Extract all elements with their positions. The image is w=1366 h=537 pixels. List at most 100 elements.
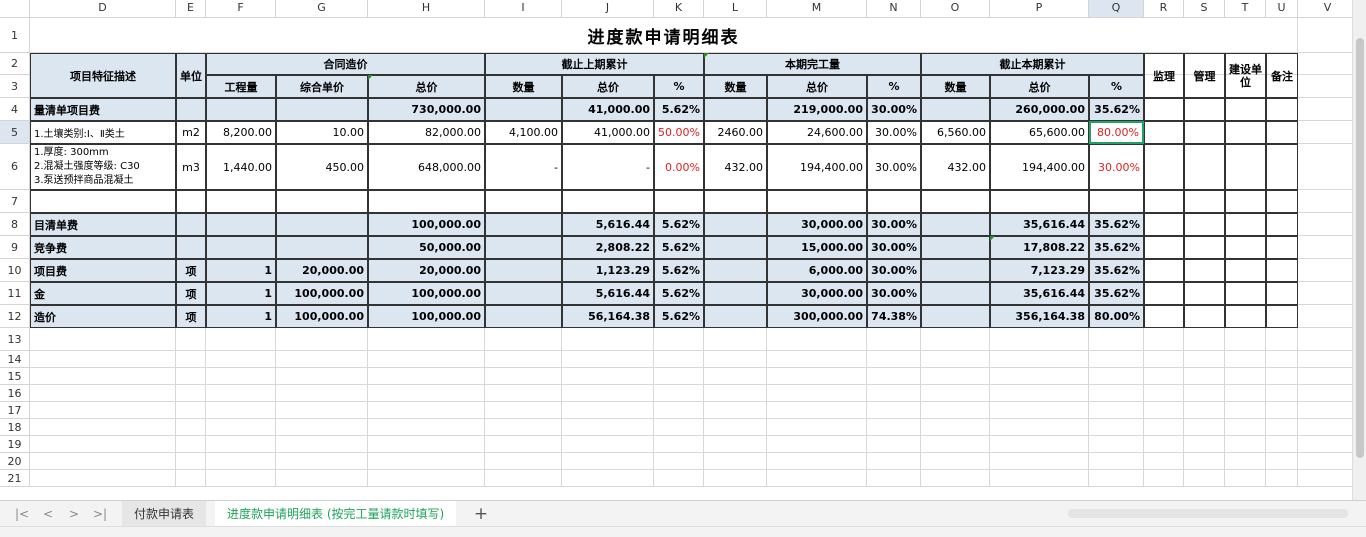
grid-cell[interactable] [990, 385, 1089, 402]
grid-cell[interactable] [704, 436, 767, 453]
grid-cell[interactable] [485, 328, 562, 351]
row-p-cell[interactable]: 194,400.00 [990, 144, 1089, 190]
row-o-cell[interactable] [921, 236, 990, 259]
row-h-cell[interactable]: 100,000.00 [368, 305, 485, 328]
row-o-cell[interactable] [921, 282, 990, 305]
grid-cell[interactable] [654, 351, 704, 368]
row-k-cell[interactable]: 5.62% [654, 259, 704, 282]
column-header-I[interactable]: I [485, 0, 562, 18]
row-k-cell[interactable]: 5.62% [654, 282, 704, 305]
row-unit-cell[interactable] [176, 236, 206, 259]
row-f-cell[interactable]: 8,200.00 [206, 121, 276, 144]
row-f-cell[interactable]: 1 [206, 282, 276, 305]
row-o-cell[interactable] [921, 259, 990, 282]
row-extra-cell[interactable] [1184, 121, 1225, 144]
row-g-cell[interactable]: 10.00 [276, 121, 368, 144]
grid-cell[interactable] [867, 385, 921, 402]
row-j-cell[interactable]: 56,164.38 [562, 305, 654, 328]
grid-cell[interactable] [368, 402, 485, 419]
row-o-cell[interactable]: 432.00 [921, 144, 990, 190]
grid-cell[interactable] [1298, 75, 1358, 98]
grid-cell[interactable] [485, 436, 562, 453]
grid-cell[interactable] [206, 453, 276, 470]
grid-cell[interactable] [1184, 419, 1225, 436]
grid-cell[interactable] [1184, 453, 1225, 470]
row-header-21[interactable]: 21 [0, 470, 30, 487]
row-n-cell[interactable]: 30.00% [867, 144, 921, 190]
grid-cell[interactable] [276, 402, 368, 419]
row-o-cell[interactable] [921, 190, 990, 213]
row-desc-cell[interactable]: 金 [30, 282, 176, 305]
row-unit-cell[interactable]: 项 [176, 305, 206, 328]
row-g-cell[interactable] [276, 98, 368, 121]
grid-cell[interactable] [562, 351, 654, 368]
grid-cell[interactable] [1225, 453, 1266, 470]
grid-cell[interactable] [1298, 236, 1358, 259]
row-extra-cell[interactable] [1144, 259, 1184, 282]
header-num[interactable]: 数量 [485, 75, 562, 98]
tab-progress-detail[interactable]: 进度款申请明细表 (按完工量请款时填写) [215, 501, 457, 527]
row-header-8[interactable]: 8 [0, 213, 30, 236]
row-j-cell[interactable]: - [562, 144, 654, 190]
grid-cell[interactable] [654, 368, 704, 385]
column-header-D[interactable]: D [30, 0, 176, 18]
row-j-cell[interactable] [562, 190, 654, 213]
row-f-cell[interactable] [206, 236, 276, 259]
column-header-E[interactable]: E [176, 0, 206, 18]
grid-cell[interactable] [867, 368, 921, 385]
row-extra-cell[interactable] [1144, 305, 1184, 328]
row-j-cell[interactable]: 5,616.44 [562, 213, 654, 236]
grid-cell[interactable] [704, 351, 767, 368]
grid-cell[interactable] [767, 328, 867, 351]
row-h-cell[interactable]: 100,000.00 [368, 213, 485, 236]
row-f-cell[interactable]: 1,440.00 [206, 144, 276, 190]
grid-cell[interactable] [990, 402, 1089, 419]
grid-cell[interactable] [1089, 328, 1144, 351]
row-f-cell[interactable]: 1 [206, 259, 276, 282]
row-m-cell[interactable]: 194,400.00 [767, 144, 867, 190]
grid-cell[interactable] [704, 402, 767, 419]
column-header-N[interactable]: N [867, 0, 921, 18]
grid-cell[interactable] [1298, 190, 1358, 213]
grid-cell[interactable] [30, 351, 176, 368]
row-l-cell[interactable] [704, 190, 767, 213]
row-header-6[interactable]: 6 [0, 144, 30, 190]
column-header-T[interactable]: T [1225, 0, 1266, 18]
row-m-cell[interactable]: 30,000.00 [767, 282, 867, 305]
row-q-cell[interactable]: 80.00% [1089, 305, 1144, 328]
grid-cell[interactable] [206, 368, 276, 385]
grid-cell[interactable] [206, 419, 276, 436]
grid-cell[interactable] [990, 470, 1089, 487]
grid-cell[interactable] [654, 385, 704, 402]
row-extra-cell[interactable] [1144, 121, 1184, 144]
grid-cell[interactable] [1298, 419, 1358, 436]
grid-cell[interactable] [1089, 351, 1144, 368]
vertical-scrollbar[interactable] [1352, 0, 1366, 500]
row-extra-cell[interactable] [1225, 121, 1266, 144]
grid-cell[interactable] [562, 453, 654, 470]
row-header-3[interactable]: 3 [0, 75, 30, 98]
row-g-cell[interactable]: 20,000.00 [276, 259, 368, 282]
header-prev[interactable]: 截止上期累计 [485, 53, 704, 75]
grid-cell[interactable] [30, 402, 176, 419]
grid-cell[interactable] [767, 402, 867, 419]
row-k-cell[interactable]: 50.00% [654, 121, 704, 144]
row-o-cell[interactable] [921, 305, 990, 328]
grid-cell[interactable] [1298, 305, 1358, 328]
grid-cell[interactable] [1089, 402, 1144, 419]
row-p-cell[interactable]: 17,808.22 [990, 236, 1089, 259]
row-header-15[interactable]: 15 [0, 368, 30, 385]
grid-cell[interactable] [368, 419, 485, 436]
row-h-cell[interactable]: 648,000.00 [368, 144, 485, 190]
grid-cell[interactable] [704, 385, 767, 402]
grid-cell[interactable] [1184, 328, 1225, 351]
row-extra-cell[interactable] [1266, 305, 1298, 328]
first-sheet-icon[interactable]: |< [12, 501, 32, 527]
grid-cell[interactable] [1266, 368, 1298, 385]
row-g-cell[interactable]: 100,000.00 [276, 305, 368, 328]
row-header-19[interactable]: 19 [0, 436, 30, 453]
row-desc-cell[interactable]: 量清单项目费 [30, 98, 176, 121]
row-h-cell[interactable]: 50,000.00 [368, 236, 485, 259]
row-p-cell[interactable]: 356,164.38 [990, 305, 1089, 328]
grid-cell[interactable] [1266, 328, 1298, 351]
